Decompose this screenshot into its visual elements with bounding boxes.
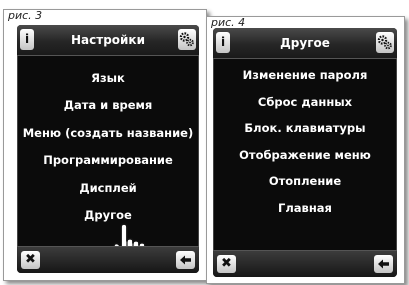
menu-item-language[interactable]: Язык — [17, 70, 199, 97]
settings-button[interactable] — [178, 29, 196, 50]
arrow-left-icon — [378, 259, 389, 269]
screen-title: Другое — [280, 36, 330, 50]
figure-label: рис. 3 — [8, 9, 43, 22]
menu-item-menu-display[interactable]: Отображение меню — [213, 147, 397, 174]
figure-3-panel: рис. 3 i Настройки Язык Дата и время Мен… — [3, 9, 207, 281]
menu-item-home[interactable]: Главная — [213, 200, 397, 227]
close-button[interactable]: ✖ — [21, 251, 40, 269]
settings-menu: Язык Дата и время Меню (создать название… — [17, 70, 199, 234]
menu-item-display[interactable]: Дисплей — [17, 180, 199, 207]
device-screen: i Настройки Язык Дата и время Меню (созд… — [17, 25, 199, 273]
menu-item-date-time[interactable]: Дата и время — [17, 97, 199, 124]
gears-icon — [377, 35, 392, 50]
figure-4-panel: рис. 4 i Другое Изменение пароля Сброс д… — [206, 16, 405, 284]
other-menu: Изменение пароля Сброс данных Блок. клав… — [213, 67, 397, 226]
gears-icon — [179, 32, 194, 47]
close-button[interactable]: ✖ — [217, 255, 236, 273]
arrow-left-icon — [180, 255, 191, 265]
menu-item-menu-name[interactable]: Меню (создать название) — [17, 125, 199, 152]
back-button[interactable] — [374, 255, 393, 273]
menu-item-programming[interactable]: Программирование — [17, 152, 199, 179]
screen-header: i Другое — [213, 28, 397, 59]
menu-item-keypad-lock[interactable]: Блок. клавиатуры — [213, 120, 397, 147]
menu-item-heating[interactable]: Отопление — [213, 173, 397, 200]
menu-item-reset-data[interactable]: Сброс данных — [213, 94, 397, 121]
screen-footer: ✖ — [213, 250, 397, 277]
menu-item-change-password[interactable]: Изменение пароля — [213, 67, 397, 94]
screen-header: i Настройки — [17, 25, 199, 56]
back-button[interactable] — [176, 251, 195, 269]
device-screen: i Другое Изменение пароля Сброс данных Б… — [213, 28, 397, 277]
screen-footer: ✖ — [17, 246, 199, 273]
screen-title: Настройки — [70, 33, 145, 47]
settings-button[interactable] — [376, 32, 394, 53]
close-icon: ✖ — [25, 252, 36, 267]
menu-item-other[interactable]: Другое — [17, 207, 199, 234]
close-icon: ✖ — [221, 256, 232, 271]
